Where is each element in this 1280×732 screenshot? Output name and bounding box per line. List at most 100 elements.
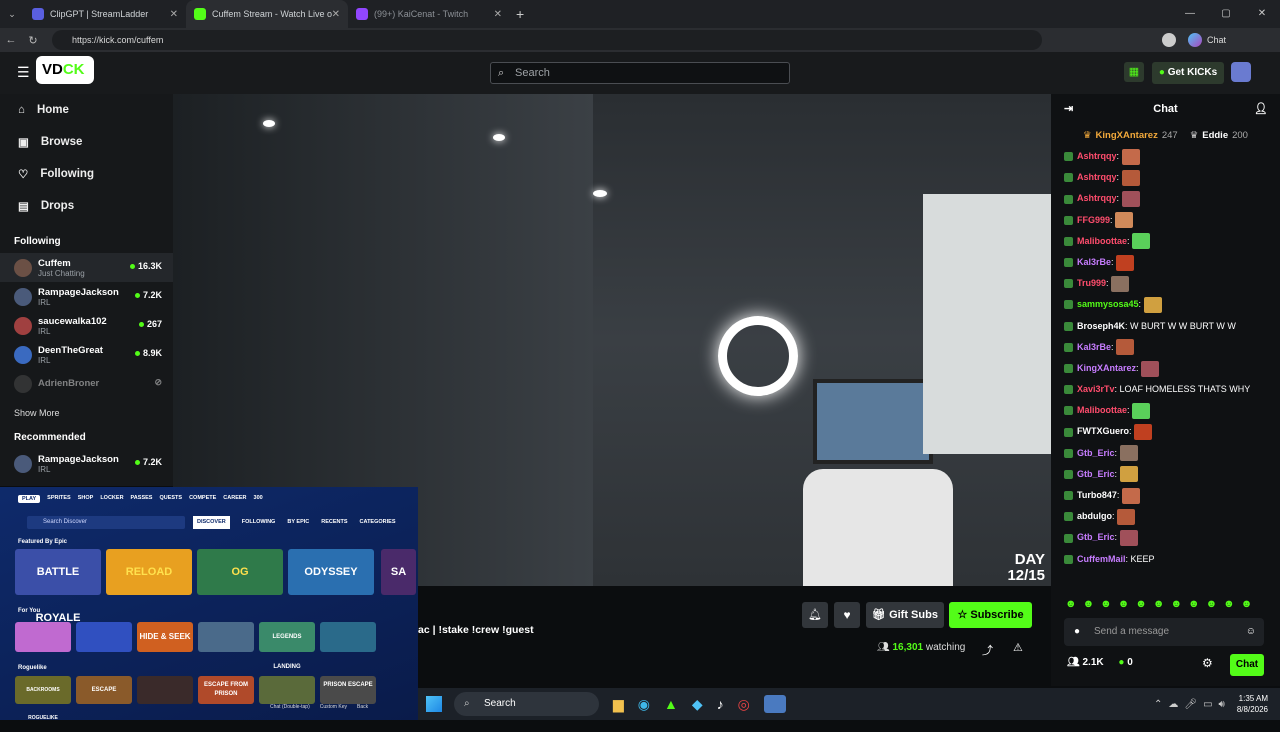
back-icon[interactable]: ← bbox=[0, 34, 22, 46]
subtab-following[interactable]: FOLLOWING bbox=[242, 516, 276, 529]
chat-username[interactable]: sammysosa45 bbox=[1077, 299, 1139, 309]
file-explorer-icon[interactable]: ▆ bbox=[613, 696, 624, 713]
following-channel[interactable]: RampageJackson IRL 7.2K bbox=[0, 282, 173, 311]
chat-username[interactable]: Ashtrqqy bbox=[1077, 172, 1117, 182]
share-icon[interactable]: ⤴ bbox=[982, 642, 993, 658]
collapse-chat-icon[interactable]: ⇥ bbox=[1064, 94, 1073, 124]
gifter-name[interactable]: Eddie bbox=[1202, 130, 1228, 141]
close-window-icon[interactable]: ✕ bbox=[1244, 0, 1280, 28]
chat-username[interactable]: Turbo847 bbox=[1077, 490, 1117, 500]
subtab-categories[interactable]: CATEGORIES bbox=[360, 516, 396, 529]
island-tile[interactable]: OG bbox=[197, 549, 283, 595]
tray-icons[interactable]: ⌃☁🎤︎▭🔊︎ bbox=[1154, 699, 1231, 710]
notifications-button[interactable]: 🔔︎ bbox=[802, 602, 828, 628]
chat-username[interactable]: Gtb_Eric bbox=[1077, 469, 1115, 479]
chat-username[interactable]: CuffemMail bbox=[1077, 554, 1126, 564]
island-tile[interactable] bbox=[259, 676, 315, 704]
tab-list-icon[interactable]: ⌄ bbox=[0, 9, 24, 20]
tiktok-icon[interactable]: ♪ bbox=[717, 696, 724, 712]
windows-start-icon[interactable] bbox=[426, 696, 442, 712]
store-icon[interactable]: ◆ bbox=[692, 696, 703, 713]
tab-twitch[interactable]: (99+) KaiCenat - Twitch ✕ bbox=[348, 0, 510, 28]
follow-button[interactable]: ♥ bbox=[834, 602, 860, 628]
minimize-icon[interactable]: — bbox=[1172, 0, 1208, 28]
report-icon[interactable]: ⚠ bbox=[1013, 641, 1023, 654]
close-tab-icon[interactable]: ✕ bbox=[494, 9, 502, 20]
fortnite-search-input[interactable]: Search Discover bbox=[27, 516, 185, 529]
clock[interactable]: 1:35 AM 8/8/2026 bbox=[1237, 693, 1268, 715]
chat-username[interactable]: Broseph4K bbox=[1077, 321, 1125, 331]
tab-career[interactable]: CAREER bbox=[223, 495, 246, 503]
chrome-icon[interactable]: ◎ bbox=[738, 696, 750, 713]
chat-username[interactable]: Kal3rBe bbox=[1077, 257, 1111, 267]
get-kicks-button[interactable]: ● Get KICKs bbox=[1152, 62, 1224, 84]
chat-users-icon[interactable]: 👤︎ bbox=[1254, 94, 1268, 124]
following-channel[interactable]: saucewalka102 IRL 267 bbox=[0, 311, 173, 340]
profile-avatar[interactable] bbox=[1162, 33, 1176, 47]
island-tile[interactable]: ESCAPE FROM PRISON bbox=[198, 676, 254, 704]
tab-kick-cuffem[interactable]: Cuffem Stream - Watch Live o ✕ bbox=[186, 0, 348, 28]
subscribe-button[interactable]: ☆ Subscribe bbox=[949, 602, 1032, 628]
chat-username[interactable]: Maliboottae bbox=[1077, 236, 1127, 246]
chat-username[interactable]: Gtb_Eric bbox=[1077, 532, 1115, 542]
app-icon[interactable]: ▲ bbox=[664, 696, 678, 712]
reload-icon[interactable]: ↻ bbox=[22, 34, 44, 47]
settings-icon[interactable]: ⚙ bbox=[1202, 656, 1213, 670]
tab-play[interactable]: PLAY bbox=[18, 495, 41, 503]
chat-username[interactable]: FFG999 bbox=[1077, 215, 1110, 225]
island-tile[interactable] bbox=[137, 676, 193, 704]
subtab-discover[interactable]: DISCOVER bbox=[193, 516, 230, 529]
user-avatar[interactable] bbox=[1231, 62, 1251, 82]
chat-username[interactable]: Maliboottae bbox=[1077, 405, 1127, 415]
island-tile[interactable]: LEGENDS LANDING bbox=[259, 622, 315, 670]
chat-username[interactable]: Ashtrqqy bbox=[1077, 193, 1117, 203]
emote-picker-icon[interactable]: ● bbox=[1074, 618, 1080, 646]
chat-input[interactable]: ● Send a message ☺ bbox=[1064, 618, 1264, 646]
edge-icon[interactable]: ◉ bbox=[638, 696, 650, 713]
tab-clipgpt[interactable]: ClipGPT | StreamLadder ✕ bbox=[24, 0, 186, 28]
following-channel-cuffem[interactable]: Cuffem Just Chatting 16.3K bbox=[0, 253, 173, 282]
tab-sprites[interactable]: SPRITES bbox=[47, 495, 71, 503]
taskbar-search[interactable]: ⌕ Search bbox=[454, 692, 599, 716]
island-tile[interactable]: ODYSSEY bbox=[288, 549, 374, 595]
tab-passes[interactable]: PASSES bbox=[131, 495, 153, 503]
nav-browse[interactable]: ▣ Browse bbox=[0, 126, 173, 158]
nav-following[interactable]: ♡ Following bbox=[0, 158, 173, 190]
search-input[interactable]: ⌕ Search bbox=[490, 62, 790, 84]
menu-icon[interactable]: ☰ bbox=[17, 64, 30, 81]
close-tab-icon[interactable]: ✕ bbox=[170, 9, 178, 20]
gift-subs-button[interactable]: 🎁︎ Gift Subs bbox=[866, 602, 944, 628]
new-tab-icon[interactable]: + bbox=[516, 6, 524, 22]
island-tile[interactable]: ESCAPE bbox=[76, 676, 132, 704]
maximize-icon[interactable]: ▢ bbox=[1208, 0, 1244, 28]
store-icon[interactable]: ▦ bbox=[1124, 62, 1144, 82]
chat-username[interactable]: Ashtrqqy bbox=[1077, 151, 1117, 161]
emoji-icon[interactable]: ☺ bbox=[1246, 618, 1256, 646]
chat-username[interactable]: Gtb_Eric bbox=[1077, 448, 1115, 458]
send-chat-button[interactable]: Chat bbox=[1230, 654, 1264, 676]
island-tile[interactable] bbox=[198, 622, 254, 652]
tab-quests[interactable]: QUESTS bbox=[159, 495, 182, 503]
island-tile[interactable]: HIDE & SEEK bbox=[137, 622, 193, 652]
chat-username[interactable]: Tru999 bbox=[1077, 278, 1106, 288]
following-channel-offline[interactable]: AdrienBroner ⊘ bbox=[0, 369, 173, 398]
show-more-button[interactable]: Show More bbox=[0, 398, 173, 418]
tab-shop[interactable]: SHOP bbox=[78, 495, 94, 503]
island-tile[interactable] bbox=[15, 622, 71, 652]
nav-drops[interactable]: ▤ Drops bbox=[0, 190, 173, 222]
chat-username[interactable]: Xavi3rTv bbox=[1077, 384, 1115, 394]
following-channel[interactable]: DeenTheGreat IRL 8.9K bbox=[0, 340, 173, 369]
chat-username[interactable]: FWTXGuero bbox=[1077, 426, 1129, 436]
kick-logo[interactable]: VDCK bbox=[36, 56, 94, 84]
subtab-recents[interactable]: RECENTS bbox=[321, 516, 347, 529]
streamladder-icon[interactable] bbox=[763, 695, 786, 713]
copilot-icon[interactable] bbox=[1188, 33, 1202, 47]
island-tile[interactable]: PRISON ESCAPE bbox=[320, 676, 376, 704]
tab-compete[interactable]: COMPETE bbox=[189, 495, 216, 503]
tab-locker[interactable]: LOCKER bbox=[100, 495, 123, 503]
island-tile[interactable]: BATTLE ROYALE bbox=[15, 549, 101, 624]
url-field[interactable]: https://kick.com/cuffem bbox=[52, 30, 1042, 50]
chat-username[interactable]: KingXAntarez bbox=[1077, 363, 1136, 373]
gifter-name[interactable]: KingXAntarez bbox=[1096, 130, 1158, 141]
chat-username[interactable]: abdulgo bbox=[1077, 511, 1112, 521]
